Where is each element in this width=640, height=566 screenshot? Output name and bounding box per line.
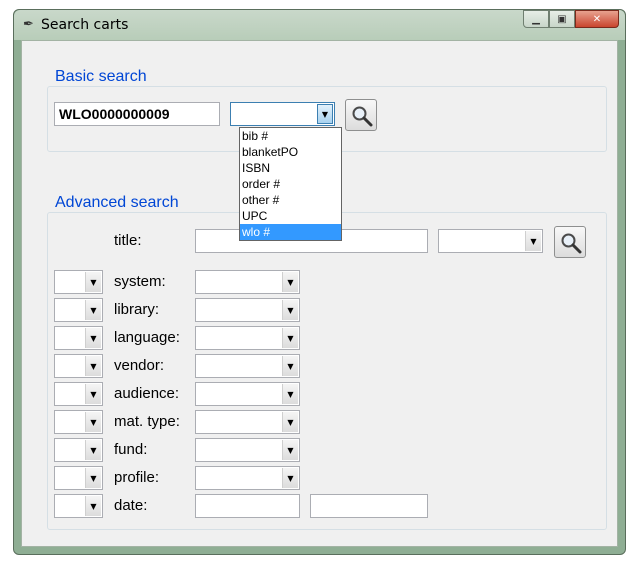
- chevron-down-icon[interactable]: ▼: [282, 440, 298, 460]
- title-bar[interactable]: ✒ Search carts ▁ ▣ ✕: [14, 10, 625, 40]
- vendor-label: vendor:: [114, 357, 165, 374]
- system-value-select[interactable]: ▼: [195, 270, 300, 294]
- fund-operator-select[interactable]: ▼: [54, 438, 103, 462]
- chevron-down-icon[interactable]: ▼: [282, 356, 298, 376]
- chevron-down-icon[interactable]: ▼: [85, 328, 101, 348]
- chevron-down-icon[interactable]: ▼: [85, 496, 101, 516]
- chevron-down-icon[interactable]: ▼: [85, 440, 101, 460]
- window-client-area: Basic search WLO0000000009 ▼ Advanced se…: [21, 40, 618, 547]
- chevron-down-icon[interactable]: ▼: [85, 384, 101, 404]
- dropdown-option-blanketpo[interactable]: blanketPO: [240, 144, 341, 160]
- language-label: language:: [114, 329, 180, 346]
- profile-operator-select[interactable]: ▼: [54, 466, 103, 490]
- basic-search-button[interactable]: [345, 99, 377, 131]
- maximize-button[interactable]: ▣: [549, 10, 575, 28]
- chevron-down-icon[interactable]: ▼: [85, 356, 101, 376]
- mat-type-label: mat. type:: [114, 413, 180, 430]
- minimize-button[interactable]: ▁: [523, 10, 549, 28]
- dropdown-option-wlo[interactable]: wlo #: [240, 224, 341, 240]
- dropdown-option-bib[interactable]: bib #: [240, 128, 341, 144]
- maximize-icon: ▣: [557, 13, 567, 25]
- window-controls: ▁ ▣ ✕: [523, 10, 619, 30]
- basic-search-legend: Basic search: [52, 68, 150, 86]
- language-operator-select[interactable]: ▼: [54, 326, 103, 350]
- close-icon: ✕: [592, 13, 602, 25]
- chevron-down-icon[interactable]: ▼: [525, 231, 541, 251]
- basic-search-input[interactable]: WLO0000000009: [54, 102, 220, 126]
- date-from-input[interactable]: [195, 494, 300, 518]
- magnifier-icon: [352, 106, 373, 127]
- dropdown-option-other[interactable]: other #: [240, 192, 341, 208]
- basic-search-field-select[interactable]: ▼: [230, 102, 335, 126]
- chevron-down-icon[interactable]: ▼: [282, 384, 298, 404]
- chevron-down-icon[interactable]: ▼: [317, 104, 333, 124]
- chevron-down-icon[interactable]: ▼: [282, 328, 298, 348]
- chevron-down-icon[interactable]: ▼: [282, 412, 298, 432]
- audience-label: audience:: [114, 385, 180, 402]
- feather-icon: ✒: [23, 17, 34, 32]
- chevron-down-icon[interactable]: ▼: [282, 300, 298, 320]
- audience-value-select[interactable]: ▼: [195, 382, 300, 406]
- chevron-down-icon[interactable]: ▼: [85, 300, 101, 320]
- close-button[interactable]: ✕: [575, 10, 619, 28]
- profile-label: profile:: [114, 469, 160, 486]
- title-match-select[interactable]: ▼: [438, 229, 543, 253]
- system-operator-select[interactable]: ▼: [54, 270, 103, 294]
- magnifier-icon: [561, 233, 582, 254]
- language-value-select[interactable]: ▼: [195, 326, 300, 350]
- date-to-input[interactable]: [310, 494, 428, 518]
- dropdown-option-order[interactable]: order #: [240, 176, 341, 192]
- library-operator-select[interactable]: ▼: [54, 298, 103, 322]
- advanced-search-legend: Advanced search: [52, 194, 182, 212]
- search-carts-window: ✒ Search carts ▁ ▣ ✕ Basic search WLO000…: [13, 9, 626, 555]
- chevron-down-icon[interactable]: ▼: [85, 412, 101, 432]
- mat-type-operator-select[interactable]: ▼: [54, 410, 103, 434]
- vendor-operator-select[interactable]: ▼: [54, 354, 103, 378]
- audience-operator-select[interactable]: ▼: [54, 382, 103, 406]
- fund-label: fund:: [114, 441, 148, 458]
- advanced-search-button[interactable]: [554, 226, 586, 258]
- profile-value-select[interactable]: ▼: [195, 466, 300, 490]
- vendor-value-select[interactable]: ▼: [195, 354, 300, 378]
- library-value-select[interactable]: ▼: [195, 298, 300, 322]
- window-title: Search carts: [41, 17, 129, 33]
- date-operator-select[interactable]: ▼: [54, 494, 103, 518]
- chevron-down-icon[interactable]: ▼: [282, 468, 298, 488]
- dropdown-option-isbn[interactable]: ISBN: [240, 160, 341, 176]
- dropdown-option-upc[interactable]: UPC: [240, 208, 341, 224]
- date-label: date:: [114, 497, 148, 514]
- minimize-icon: ▁: [532, 13, 540, 25]
- chevron-down-icon[interactable]: ▼: [282, 272, 298, 292]
- mat-type-value-select[interactable]: ▼: [195, 410, 300, 434]
- system-label: system:: [114, 273, 166, 290]
- chevron-down-icon[interactable]: ▼: [85, 468, 101, 488]
- chevron-down-icon[interactable]: ▼: [85, 272, 101, 292]
- fund-value-select[interactable]: ▼: [195, 438, 300, 462]
- library-label: library:: [114, 301, 160, 318]
- field-dropdown-list: bib # blanketPO ISBN order # other # UPC…: [239, 127, 342, 241]
- title-label: title:: [114, 232, 142, 249]
